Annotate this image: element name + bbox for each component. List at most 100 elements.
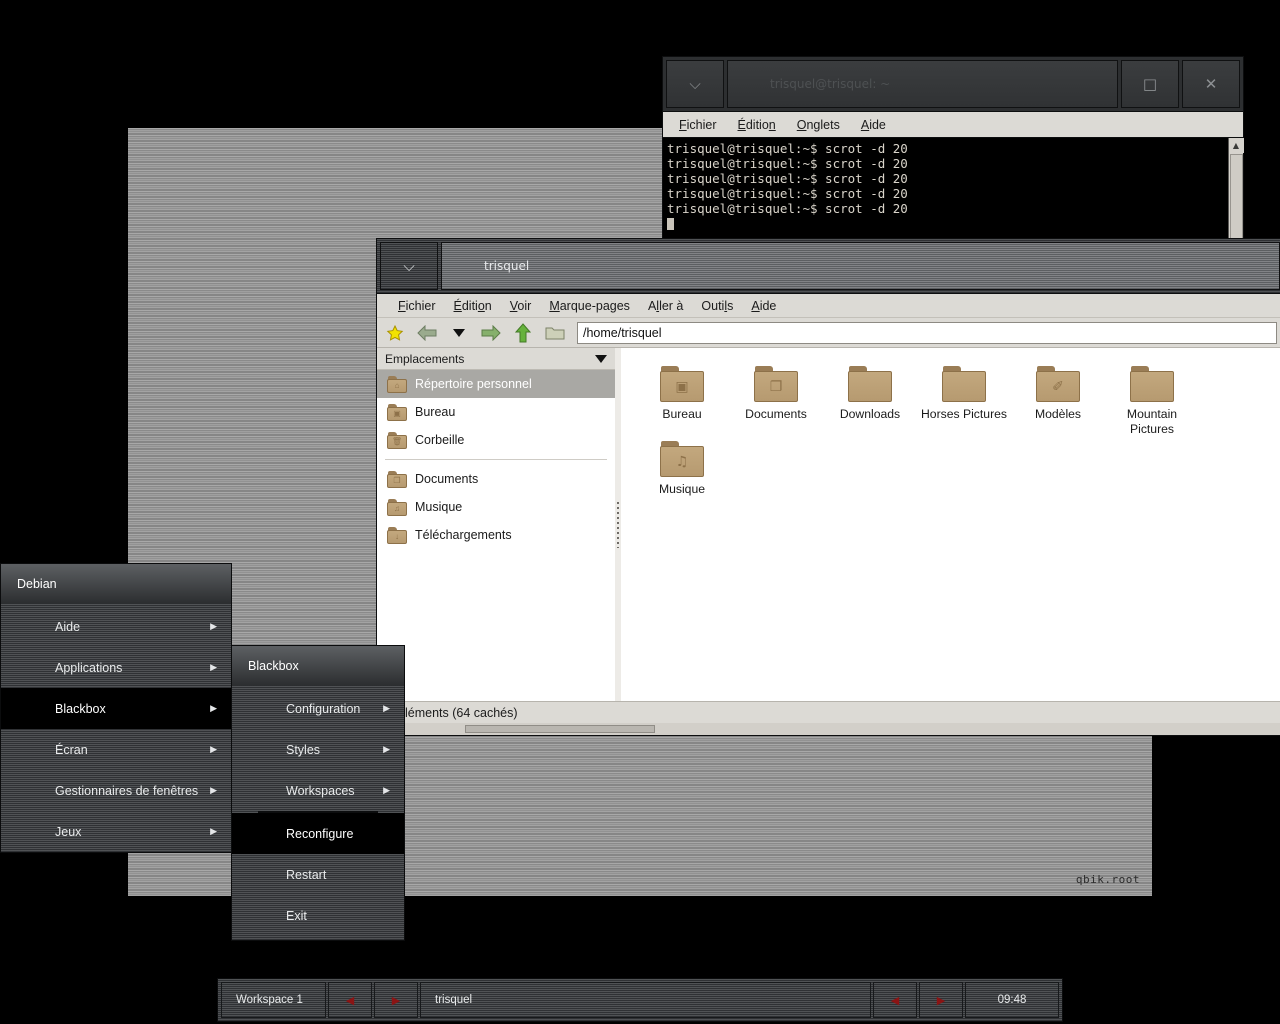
up-icon[interactable]	[509, 321, 537, 345]
scrollbar-thumb[interactable]	[1229, 154, 1243, 248]
next-workspace-button[interactable]: ▶	[374, 982, 418, 1018]
terminal-menu-onglets[interactable]: Onglets	[789, 116, 848, 134]
sidebar-item-bureau[interactable]: ▣ Bureau	[377, 398, 615, 426]
root-menu[interactable]: Debian Aide ▶ Applications ▶ Blackbox ▶ Écran ▶…	[0, 563, 232, 853]
terminal-body[interactable]: trisquel@trisquel:~$ scrot -d 20 trisquel…	[662, 138, 1244, 250]
sidebar-item-t-l-chargements[interactable]: ↓ Téléchargements	[377, 521, 615, 549]
blackbox-menu-item-styles[interactable]: Styles ▶	[232, 729, 404, 770]
scroll-up-icon[interactable]: ▲	[1228, 138, 1244, 153]
root-menu-item-jeux[interactable]: Jeux ▶	[1, 811, 231, 852]
iconify-icon[interactable]: ⌵	[380, 242, 438, 290]
terminal-menubar[interactable]: Fichier Édition Onglets Aide	[662, 112, 1244, 138]
bookmark-star-icon[interactable]	[381, 321, 409, 345]
fm-menu-aide[interactable]: Aide	[744, 298, 783, 314]
fm-menu-fichier[interactable]: Fichier	[391, 298, 443, 314]
submenu-arrow-icon: ▶	[210, 662, 217, 672]
music-folder-icon: ♫	[387, 498, 407, 516]
file-item-label: Bureau	[662, 407, 702, 421]
terminal-title: trisquel@trisquel: ~	[727, 60, 1118, 108]
submenu-arrow-icon: ▶	[383, 785, 390, 795]
file-list-area[interactable]: ▣ Bureau ❐ Documents Downloads Horses Picture…	[621, 348, 1280, 701]
file-manager-titlebar[interactable]: ⌵ trisquel	[380, 242, 1280, 290]
sidebar-header[interactable]: Emplacements	[377, 348, 615, 370]
workspace-label[interactable]: Workspace 1	[221, 982, 326, 1018]
sidebar-item-r-pertoire-personnel[interactable]: ⌂ Répertoire personnel	[377, 370, 615, 398]
menu-item-label: Styles	[286, 742, 321, 757]
maximize-icon[interactable]: □	[1121, 60, 1179, 108]
fm-menu-marque-pages[interactable]: Marque-pages	[542, 298, 637, 314]
sidebar-item-musique[interactable]: ♫ Musique	[377, 493, 615, 521]
horizontal-scrollbar[interactable]	[377, 723, 1280, 735]
submenu-arrow-icon: ▶	[210, 744, 217, 754]
status-bar: léments (64 cachés)	[377, 701, 1280, 723]
blackbox-menu-item-exit[interactable]: Exit	[232, 895, 404, 936]
sidebar-item-corbeille[interactable]: 🗑 Corbeille	[377, 426, 615, 454]
back-icon[interactable]	[413, 321, 441, 345]
blackbox-menu-item-restart[interactable]: Restart	[232, 854, 404, 895]
prev-window-button[interactable]: ◀	[873, 982, 917, 1018]
sidebar-item-label: Musique	[415, 500, 463, 514]
terminal-menu-fichier[interactable]: Fichier	[671, 116, 725, 134]
file-manager-toolbar[interactable]: /home/trisquel	[377, 318, 1280, 348]
hscrollbar-thumb[interactable]	[465, 725, 655, 733]
documents-folder-icon: ❐	[754, 366, 798, 402]
sidebar-item-list: ⌂ Répertoire personnel ▣ Bureau 🗑 Corbeille ❐ D…	[377, 370, 615, 549]
file-manager-body: Fichier Édition Voir Marque-pages Aller …	[376, 294, 1280, 736]
documents-folder-icon: ❐	[387, 470, 407, 488]
blackbox-toolbar[interactable]: Workspace 1 ◀ ▶ trisquel ◀ ▶ 09:48	[217, 978, 1063, 1022]
fm-menu-aller-a[interactable]: Aller à	[641, 298, 690, 314]
status-text: léments (64 cachés)	[405, 705, 518, 720]
sidebar-item-documents[interactable]: ❐ Documents	[377, 465, 615, 493]
file-item-label: Mountain Pictures	[1126, 407, 1178, 436]
root-menu-item-cran[interactable]: Écran ▶	[1, 729, 231, 770]
terminal-line: trisquel@trisquel:~$ scrot -d 20	[667, 156, 908, 171]
root-menu-items: Aide ▶ Applications ▶ Blackbox ▶ Écran ▶ Gestion…	[1, 604, 231, 852]
fm-menu-outils[interactable]: Outils	[694, 298, 740, 314]
blackbox-menu-item-workspaces[interactable]: Workspaces ▶	[232, 770, 404, 811]
next-window-button[interactable]: ▶	[919, 982, 963, 1018]
clock[interactable]: 09:48	[965, 982, 1059, 1018]
root-menu-item-applications[interactable]: Applications ▶	[1, 647, 231, 688]
iconify-icon[interactable]: ⌵	[666, 60, 724, 108]
fm-menu-edition[interactable]: Édition	[447, 298, 499, 314]
sidebar-item-label: Téléchargements	[415, 528, 512, 542]
file-item[interactable]: Horses Pictures	[917, 362, 1011, 437]
file-item[interactable]: Downloads	[823, 362, 917, 437]
submenu-arrow-icon: ▶	[383, 703, 390, 713]
file-item[interactable]: ❐ Documents	[729, 362, 823, 437]
forward-icon[interactable]	[477, 321, 505, 345]
terminal-window[interactable]: ⌵ trisquel@trisquel: ~ □ ✕ Fichier Éditi…	[662, 56, 1244, 260]
file-manager-window[interactable]: ⌵ trisquel Fichier Édition Voir Marque-p…	[376, 238, 1280, 738]
file-manager-title: trisquel	[441, 242, 1280, 290]
open-folder-icon[interactable]	[541, 321, 569, 345]
menu-item-label: Configuration	[286, 701, 361, 716]
terminal-line: trisquel@trisquel:~$ scrot -d 20	[667, 141, 908, 156]
root-menu-item-gestionnaires-de-fen-tres[interactable]: Gestionnaires de fenêtres ▶	[1, 770, 231, 811]
terminal-titlebar[interactable]: ⌵ trisquel@trisquel: ~ □ ✕	[666, 60, 1240, 108]
terminal-prompt-cursor	[667, 216, 1224, 231]
fm-menu-voir[interactable]: Voir	[503, 298, 539, 314]
blackbox-menu-item-reconfigure[interactable]: Reconfigure	[232, 813, 404, 854]
file-item[interactable]: ✐ Modèles	[1011, 362, 1105, 437]
terminal-scrollbar[interactable]: ▲	[1228, 138, 1244, 249]
close-icon[interactable]: ✕	[1182, 60, 1240, 108]
terminal-menu-aide[interactable]: Aide	[853, 116, 894, 134]
history-dropdown-icon[interactable]	[445, 321, 473, 345]
task-label[interactable]: trisquel	[420, 982, 871, 1018]
prev-workspace-button[interactable]: ◀	[328, 982, 372, 1018]
terminal-output[interactable]: trisquel@trisquel:~$ scrot -d 20 trisquel…	[663, 138, 1228, 249]
terminal-menu-edition[interactable]: Édition	[730, 116, 784, 134]
root-menu-item-blackbox[interactable]: Blackbox ▶	[1, 688, 231, 729]
blackbox-menu-item-configuration[interactable]: Configuration ▶	[232, 688, 404, 729]
root-menu-item-aide[interactable]: Aide ▶	[1, 606, 231, 647]
music-folder-icon: ♫	[660, 441, 704, 477]
sidebar-item-label: Documents	[415, 472, 479, 486]
blackbox-menu[interactable]: Blackbox Configuration ▶ Styles ▶ Workspaces…	[231, 645, 405, 941]
path-input[interactable]: /home/trisquel	[577, 321, 1277, 344]
chevron-down-icon[interactable]	[595, 352, 607, 366]
file-item[interactable]: ▣ Bureau	[635, 362, 729, 437]
file-item[interactable]: Mountain Pictures	[1105, 362, 1199, 437]
downloads-folder-icon: ↓	[387, 526, 407, 544]
file-item[interactable]: ♫ Musique	[635, 437, 729, 497]
file-manager-menubar[interactable]: Fichier Édition Voir Marque-pages Aller …	[377, 294, 1280, 318]
